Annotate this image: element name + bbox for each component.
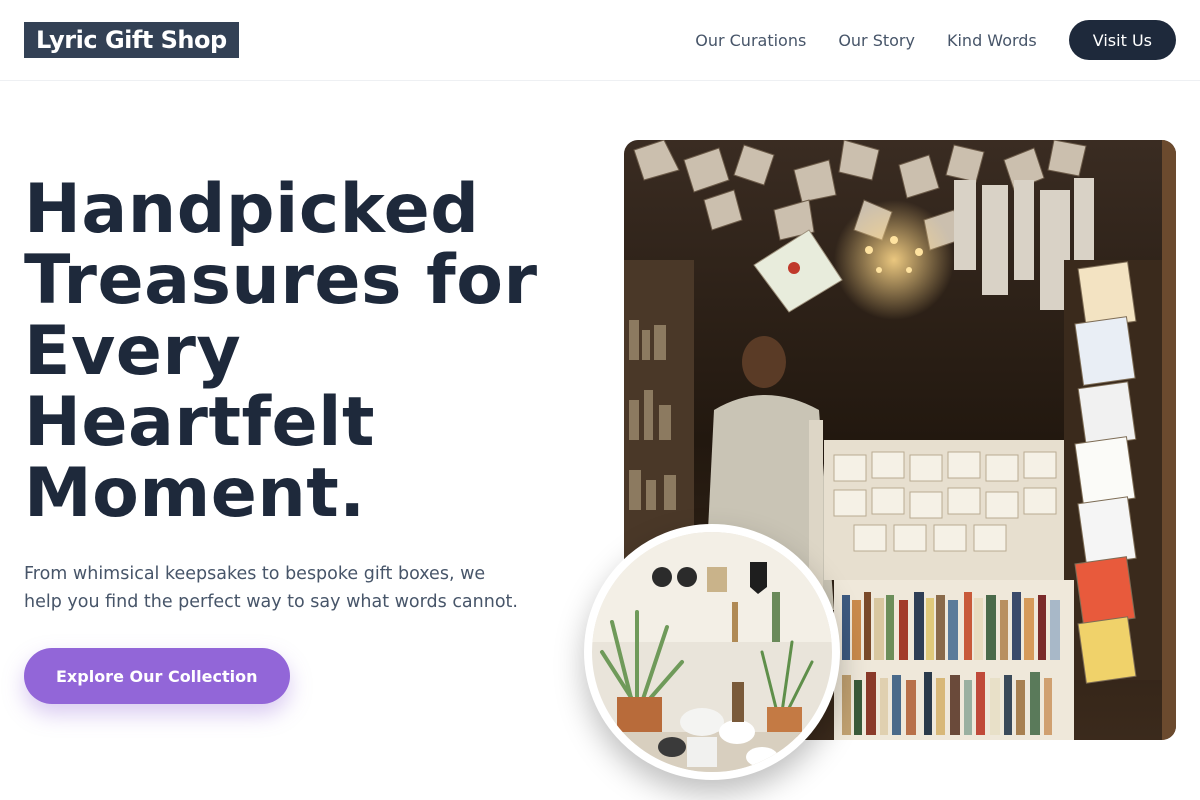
headline-line: Every	[24, 312, 242, 391]
nav-link-our-story[interactable]: Our Story	[838, 31, 915, 50]
headline-line: Heartfelt	[24, 383, 375, 462]
hero-headline: Handpicked Treasures for Every Heartfelt…	[24, 174, 604, 529]
shop-plants-photo	[584, 524, 840, 780]
headline-line: Treasures for	[24, 241, 538, 320]
hero-subtext: From whimsical keepsakes to bespoke gift…	[24, 560, 564, 616]
site-logo[interactable]: Lyric Gift Shop	[24, 22, 239, 58]
explore-collection-button[interactable]: Explore Our Collection	[24, 648, 290, 704]
subtext-line: From whimsical keepsakes to bespoke gift…	[24, 564, 486, 584]
subtext-line: help you find the perfect way to say wha…	[24, 592, 518, 612]
site-header: Lyric Gift Shop Our Curations Our Story …	[0, 0, 1200, 81]
nav-link-our-curations[interactable]: Our Curations	[695, 31, 806, 50]
main-nav: Our Curations Our Story Kind Words Visit…	[695, 20, 1176, 60]
nav-link-kind-words[interactable]: Kind Words	[947, 31, 1037, 50]
visit-us-button[interactable]: Visit Us	[1068, 20, 1176, 60]
headline-line: Moment.	[24, 454, 366, 533]
headline-line: Handpicked	[24, 170, 480, 249]
